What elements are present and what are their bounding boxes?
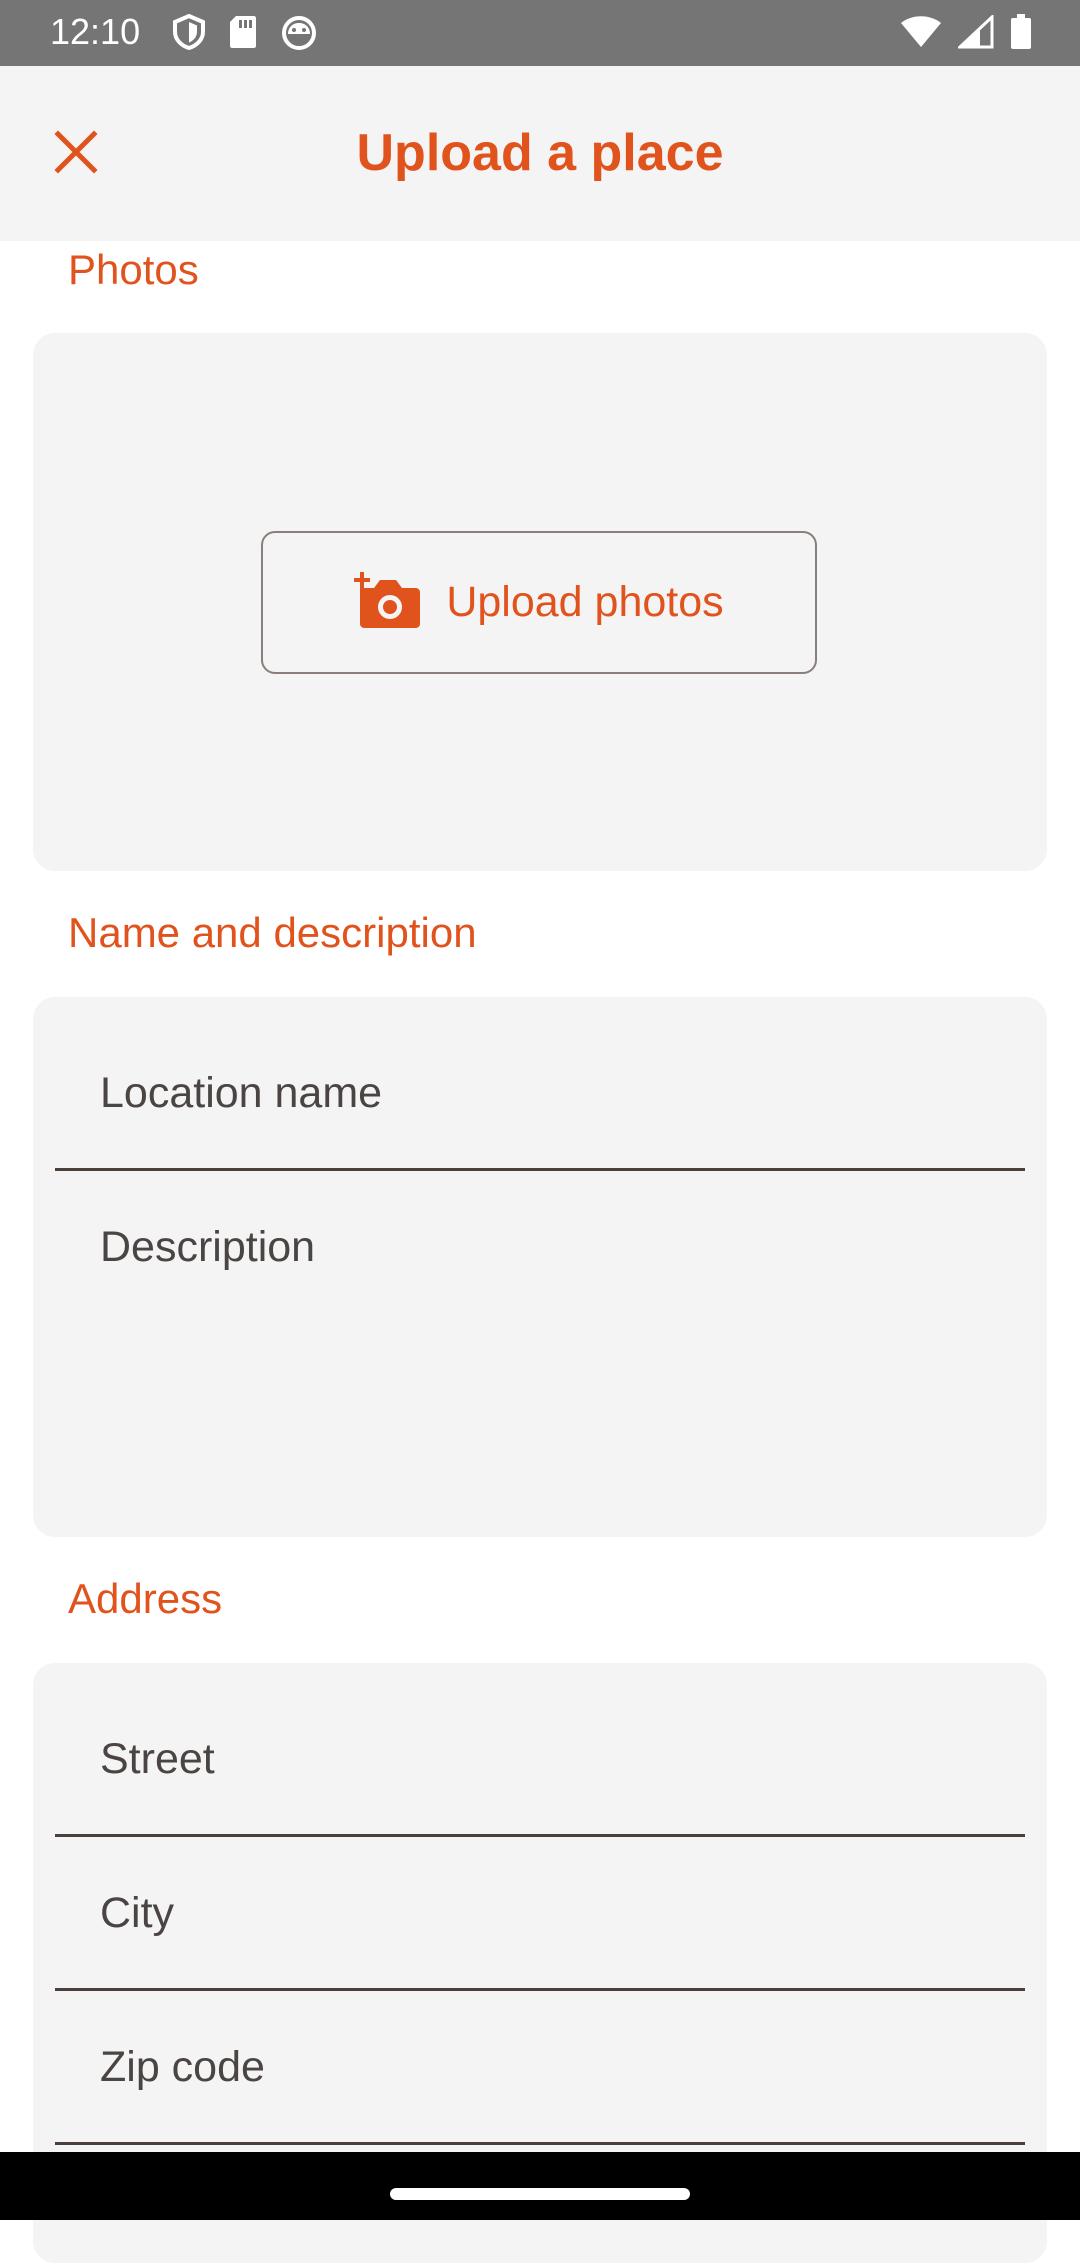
status-time: 12:10 bbox=[50, 11, 141, 52]
navigation-bar bbox=[0, 2152, 1080, 2220]
app-bar: Upload a place bbox=[0, 66, 1080, 241]
description-placeholder: Description bbox=[100, 1223, 316, 1271]
sd-card-icon bbox=[228, 14, 258, 50]
signal-icon bbox=[958, 15, 994, 49]
status-left-icons bbox=[172, 14, 318, 50]
status-right-icons bbox=[900, 14, 1032, 50]
address-section-label: Address bbox=[68, 1575, 223, 1622]
status-bar: 12:10 bbox=[0, 0, 1080, 66]
android-icon bbox=[280, 14, 318, 50]
city-placeholder: City bbox=[100, 1889, 175, 1937]
wifi-icon bbox=[900, 15, 942, 49]
battery-icon bbox=[1010, 14, 1032, 50]
name-description-card: Location name Description bbox=[33, 997, 1047, 1537]
street-placeholder: Street bbox=[100, 1735, 215, 1783]
city-field[interactable]: City bbox=[55, 1837, 1025, 1991]
street-field[interactable]: Street bbox=[55, 1663, 1025, 1837]
shield-icon bbox=[172, 14, 206, 50]
location-name-field[interactable]: Location name bbox=[55, 997, 1025, 1171]
location-name-placeholder: Location name bbox=[100, 1069, 383, 1117]
home-gesture-handle[interactable] bbox=[390, 2188, 690, 2200]
zip-code-placeholder: Zip code bbox=[100, 2043, 265, 2091]
zip-code-underline bbox=[55, 2142, 1025, 2145]
upload-photos-button[interactable]: Upload photos bbox=[261, 531, 817, 674]
page-title: Upload a place bbox=[356, 124, 724, 182]
description-field[interactable]: Description bbox=[55, 1171, 1025, 1537]
name-description-section-label: Name and description bbox=[68, 909, 477, 956]
upload-photos-label: Upload photos bbox=[446, 578, 724, 626]
zip-code-field[interactable]: Zip code bbox=[55, 1991, 1025, 2145]
add-a-photo-icon bbox=[354, 572, 421, 633]
photos-card: Upload photos bbox=[33, 333, 1047, 871]
photos-section-label: Photos bbox=[68, 246, 199, 293]
